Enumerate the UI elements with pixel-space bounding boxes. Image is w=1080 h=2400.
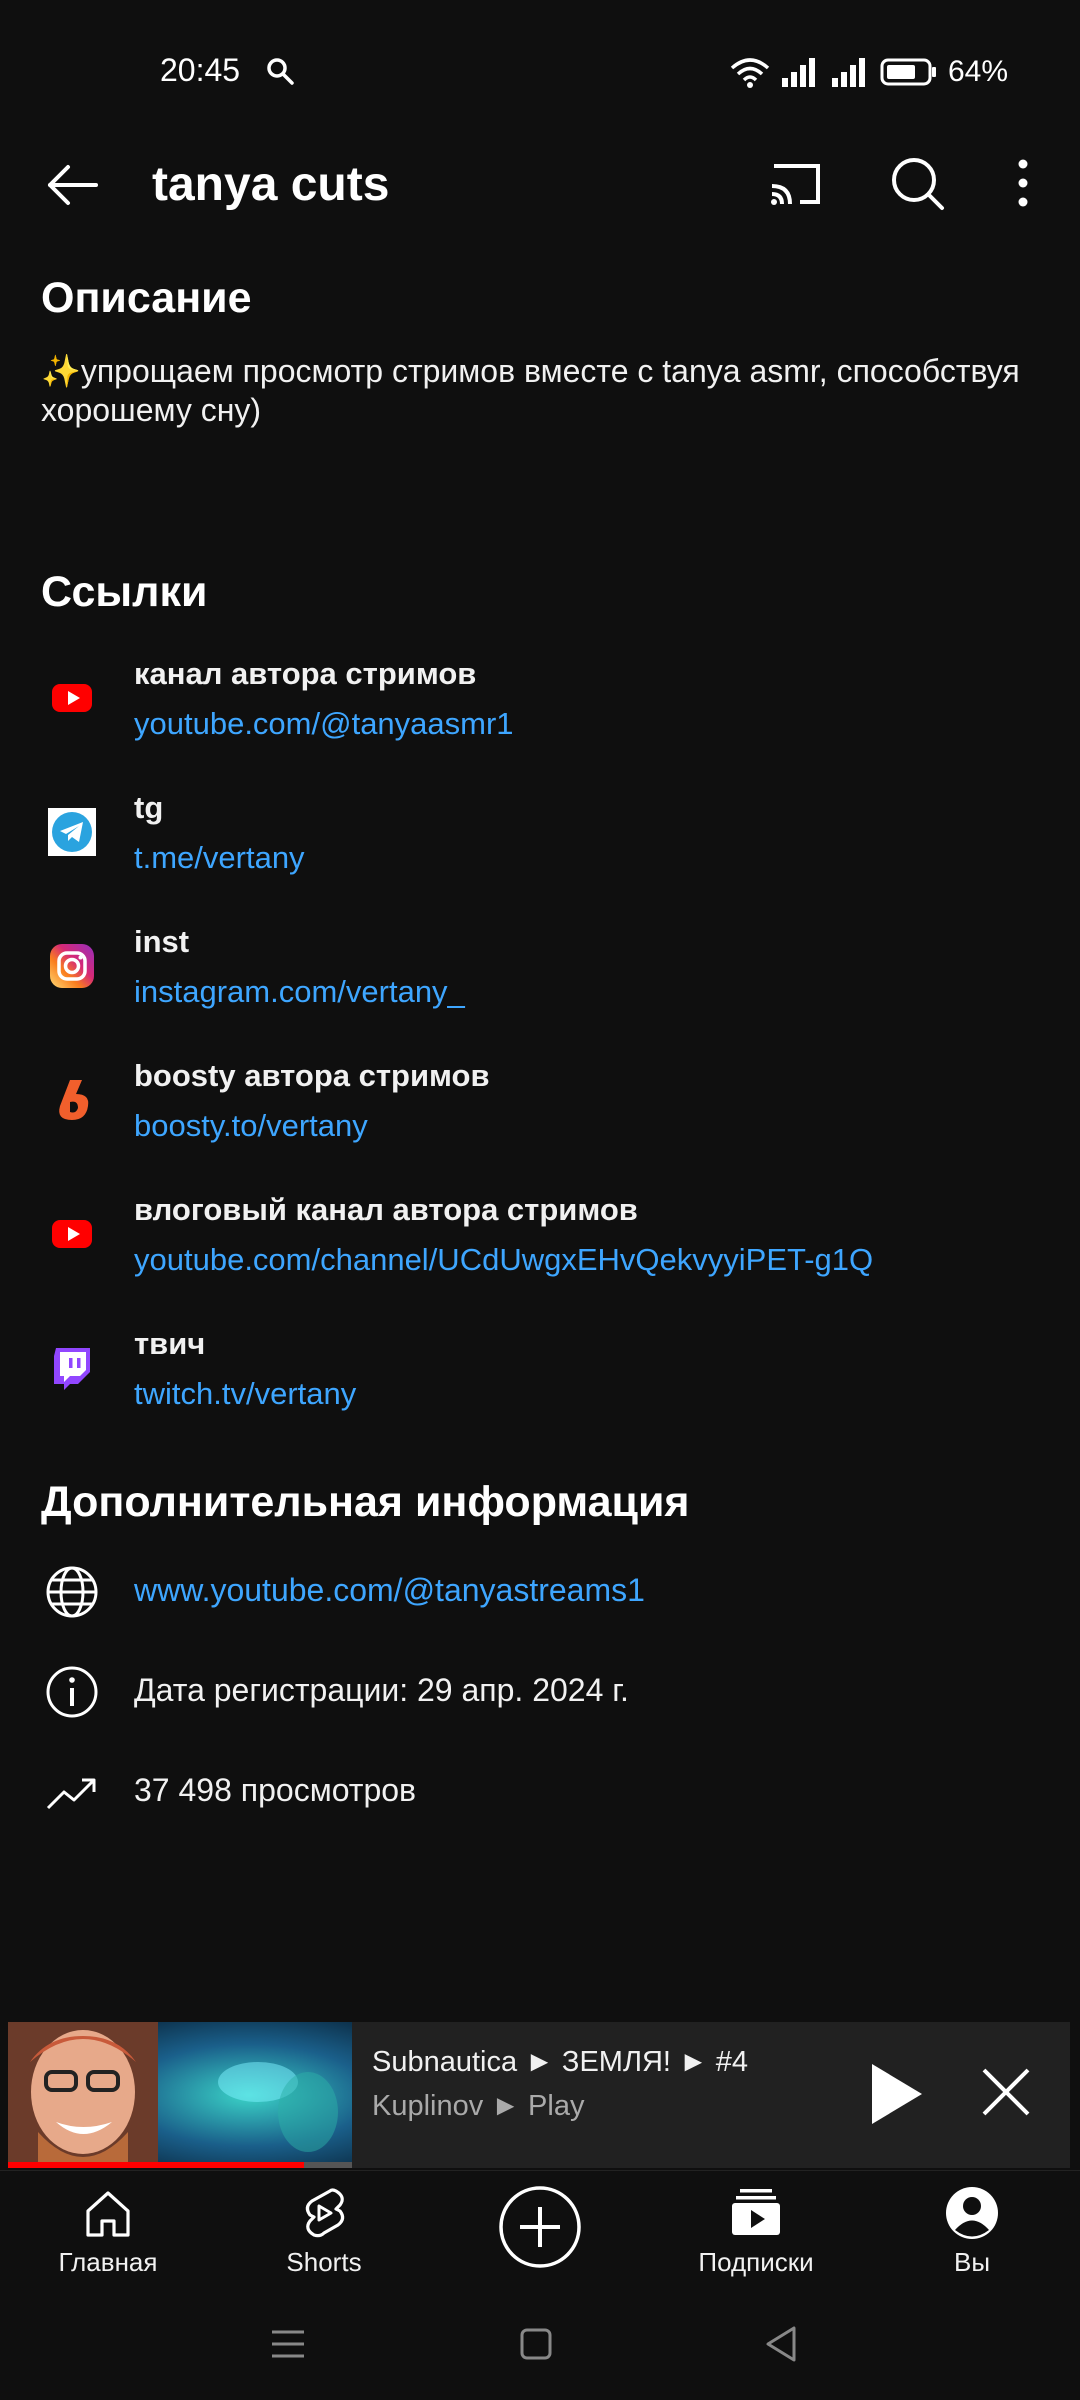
info-joined-row: Дата регистрации: 29 апр. 2024 г. xyxy=(0,1656,1080,1726)
link-title: влоговый канал автора стримов xyxy=(134,1192,638,1227)
link-item-instagram[interactable]: inst instagram.com/vertany_ xyxy=(0,920,1080,1040)
nav-subscriptions-label: Подписки xyxy=(698,2247,814,2277)
links-heading: Ссылки xyxy=(41,568,208,616)
link-url[interactable]: twitch.tv/vertany xyxy=(134,1372,356,1416)
search-status-icon xyxy=(267,58,294,85)
boosty-icon xyxy=(59,1080,89,1120)
globe-icon xyxy=(46,1566,98,1618)
mini-player[interactable]: Subnautica ► ЗЕМЛЯ! ► #4 Kuplinov ► Play xyxy=(8,2022,1070,2168)
shorts-icon xyxy=(305,2188,345,2238)
play-icon[interactable] xyxy=(860,2056,930,2132)
video-thumbnail-image xyxy=(8,2022,352,2168)
link-item-boosty[interactable]: boosty автора стримов boosty.to/vertany xyxy=(0,1054,1080,1174)
wifi-icon xyxy=(730,58,770,88)
info-views-row: 37 498 просмотров xyxy=(0,1756,1080,1826)
page-title: tanya cuts xyxy=(152,158,390,211)
app-bar: tanya cuts xyxy=(0,130,1080,240)
close-icon[interactable] xyxy=(976,2062,1036,2122)
bottom-navigation: Главная Shorts Подписки Вы xyxy=(0,2170,1080,2291)
telegram-icon xyxy=(48,808,96,856)
account-icon xyxy=(946,2187,998,2239)
home-square-icon[interactable] xyxy=(512,2320,560,2368)
youtube-icon xyxy=(52,1220,92,1248)
link-url[interactable]: t.me/vertany xyxy=(134,836,305,880)
link-title: inst xyxy=(134,924,190,959)
search-icon[interactable] xyxy=(882,148,952,218)
nav-home-label: Главная xyxy=(58,2247,158,2277)
recents-menu-icon[interactable] xyxy=(264,2320,312,2368)
views-count: 37 498 просмотров xyxy=(134,1772,417,1808)
link-url[interactable]: youtube.com/channel/UCdUwgxEHvQekvyyiPET… xyxy=(134,1238,873,1282)
additional-info-heading: Дополнительная информация xyxy=(41,1478,690,1526)
battery-icon xyxy=(880,58,936,86)
signal-icon-2 xyxy=(831,58,865,87)
nav-home[interactable]: Главная xyxy=(18,2185,198,2295)
subscriptions-icon xyxy=(732,2189,780,2235)
description-text: ✨упрощаем просмотр стримов вместе с tany… xyxy=(41,353,1020,428)
link-url[interactable]: youtube.com/@tanyaasmr1 xyxy=(134,702,514,746)
link-url[interactable]: boosty.to/vertany xyxy=(134,1104,368,1148)
link-item-author-channel[interactable]: канал автора стримов youtube.com/@tanyaa… xyxy=(0,652,1080,772)
nav-shorts[interactable]: Shorts xyxy=(234,2185,414,2295)
mini-player-thumbnail[interactable] xyxy=(8,2022,352,2168)
joined-date: Дата регистрации: 29 апр. 2024 г. xyxy=(134,1672,629,1708)
link-item-twitch[interactable]: твич twitch.tv/vertany xyxy=(0,1322,1080,1442)
system-navigation-bar xyxy=(0,2290,1080,2400)
link-item-telegram[interactable]: tg t.me/vertany xyxy=(0,786,1080,906)
nav-shorts-label: Shorts xyxy=(286,2247,362,2277)
link-title: boosty автора стримов xyxy=(134,1058,490,1093)
nav-you[interactable]: Вы xyxy=(882,2185,1062,2295)
mini-player-channel: Kuplinov ► Play xyxy=(372,2090,585,2122)
battery-percent: 64% xyxy=(947,55,1008,88)
trending-icon xyxy=(46,1778,96,1810)
back-arrow-icon[interactable] xyxy=(40,150,110,220)
status-right: 64% xyxy=(730,52,1008,92)
signal-icon xyxy=(781,58,815,87)
description-heading: Описание xyxy=(41,274,252,322)
link-item-vlog-channel[interactable]: влоговый канал автора стримов youtube.co… xyxy=(0,1188,1080,1308)
progress-bar xyxy=(8,2162,304,2168)
link-title: канал автора стримов xyxy=(134,656,477,691)
youtube-icon xyxy=(52,684,92,712)
link-title: tg xyxy=(134,790,164,825)
home-icon xyxy=(86,2191,130,2237)
nav-subscriptions[interactable]: Подписки xyxy=(666,2185,846,2295)
info-website-row[interactable]: www.youtube.com/@tanyastreams1 xyxy=(0,1556,1080,1626)
instagram-icon xyxy=(50,944,94,988)
website-link[interactable]: www.youtube.com/@tanyastreams1 xyxy=(134,1568,645,1612)
cast-icon[interactable] xyxy=(760,148,830,218)
nav-create[interactable] xyxy=(450,2185,630,2295)
link-title: твич xyxy=(134,1326,206,1361)
create-plus-icon xyxy=(499,2186,581,2268)
status-time: 20:45 xyxy=(160,52,241,88)
info-icon xyxy=(46,1666,98,1718)
more-options-icon[interactable] xyxy=(988,148,1058,218)
twitch-icon xyxy=(54,1348,90,1390)
status-bar: 20:45 64% xyxy=(0,0,1080,140)
link-url[interactable]: instagram.com/vertany_ xyxy=(134,970,465,1014)
mini-player-title: Subnautica ► ЗЕМЛЯ! ► #4 xyxy=(372,2046,749,2078)
back-triangle-icon[interactable] xyxy=(758,2320,806,2368)
nav-you-label: Вы xyxy=(953,2247,991,2277)
